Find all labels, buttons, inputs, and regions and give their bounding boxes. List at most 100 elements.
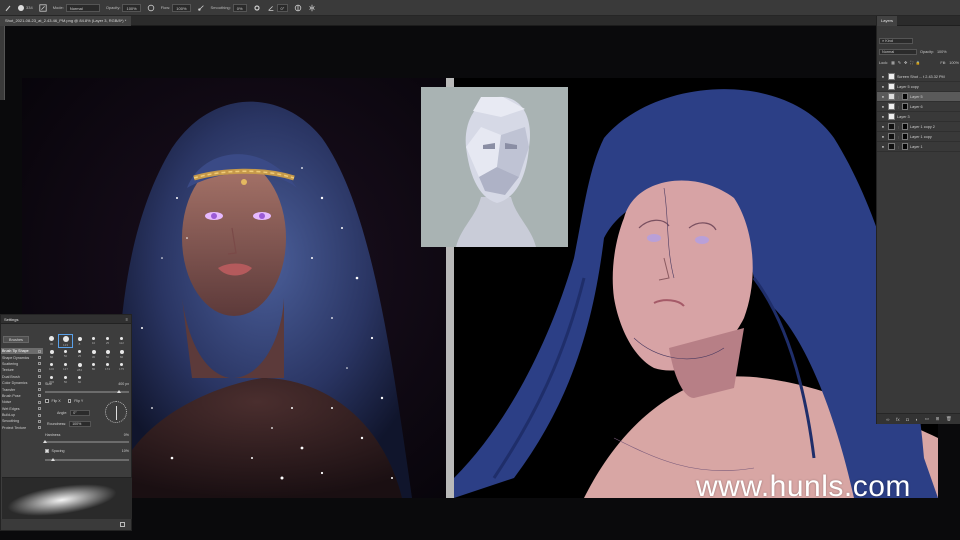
layer-row[interactable]: ● ⋮ Layer 1 copy [877,132,960,142]
visibility-eye-icon[interactable]: ● [880,104,886,109]
hardness-value[interactable]: 0% [124,433,129,437]
brush-tip[interactable]: 284 [73,361,86,373]
brush-tip[interactable]: 112 [115,335,128,347]
symmetry-icon[interactable] [308,4,316,12]
layer-row[interactable]: ● ⋮ Layer 1 [877,142,960,152]
document-tab[interactable]: Shot_2021-08-23_at_2.43.46_PM.png @ 84.8… [0,16,132,26]
visibility-eye-icon[interactable]: ● [880,74,886,79]
brush-tip[interactable]: 80 [87,361,100,373]
brush-tip[interactable]: 60 [45,348,58,360]
lock-icon[interactable] [38,400,41,404]
brush-tip[interactable]: 175 [115,361,128,373]
brush-settings-toggle-icon[interactable] [39,3,47,12]
mask-link-icon[interactable]: ⋮ [897,145,900,149]
brush-option-item[interactable]: Protect Texture [1,425,43,431]
lock-icons[interactable]: ▦ ✎ ✥ ⛶ 🔒 [891,60,922,65]
pressure-opacity-icon[interactable] [147,4,155,12]
new-layer-icon[interactable]: ⊞ [936,416,940,422]
delete-layer-icon[interactable]: 🗑 [946,416,952,422]
visibility-eye-icon[interactable]: ● [880,114,886,119]
mask-link-icon[interactable]: ⋮ [897,95,900,99]
panel-menu-icon[interactable]: ≡ [126,317,128,322]
smoothing-options-gear-icon[interactable] [253,4,261,12]
mask-link-icon[interactable]: ⋮ [897,105,900,109]
adjustment-layer-icon[interactable]: ◐ [915,417,918,422]
brush-tool-icon[interactable] [4,4,12,12]
layer-row[interactable]: ● ⋮ Layer 6 [877,102,960,112]
lock-icon[interactable] [38,356,41,360]
lock-icon[interactable] [38,407,41,411]
layer-mask-thumbnail[interactable] [902,93,908,100]
layer-mask-thumbnail[interactable] [902,103,908,110]
layer-opacity-value[interactable]: 100% [937,50,947,54]
layer-row[interactable]: ● Layer 3 [877,112,960,122]
layer-mask-thumbnail[interactable] [902,143,908,150]
flip-x-checkbox[interactable] [45,399,49,403]
mode-select[interactable]: Normal [65,3,100,12]
lock-icon[interactable] [38,426,41,430]
visibility-eye-icon[interactable]: ● [880,84,886,89]
brush-tip[interactable]: 50 [59,348,72,360]
mask-link-icon[interactable]: ⋮ [897,135,900,139]
layer-mask-thumbnail[interactable] [902,123,908,130]
layer-mask-thumbnail[interactable] [902,133,908,140]
layer-row[interactable]: ● Layer 5 copy [877,82,960,92]
opacity-input[interactable]: 100% [122,3,141,12]
lock-icon[interactable] [38,413,41,417]
lock-icon[interactable] [38,419,41,423]
angle-input[interactable]: 0° [70,410,91,416]
brush-tip[interactable]: 50 [101,348,114,360]
angle-roundness-dial[interactable] [105,401,127,423]
layers-tab[interactable]: Layers [877,16,898,26]
mask-link-icon[interactable]: ⋮ [897,125,900,129]
layer-kind-filter[interactable]: ⌕ Kind [879,38,913,44]
brush-tip[interactable]: 8 [73,335,86,347]
link-layers-icon[interactable]: ∞ [886,417,889,422]
new-brush-icon[interactable] [120,522,125,527]
airbrush-icon[interactable] [197,4,205,12]
blend-mode-select[interactable]: Normal [879,49,917,55]
add-mask-icon[interactable]: ◘ [906,417,909,422]
lock-icon[interactable] [38,381,41,385]
size-value[interactable]: 400 px [118,382,129,386]
visibility-eye-icon[interactable]: ● [880,124,886,129]
brush-tip[interactable]: 10 [87,335,100,347]
flip-y-checkbox[interactable] [67,399,72,403]
brush-tip[interactable]: 100 [45,361,58,373]
spacing-slider[interactable] [45,457,129,461]
brush-settings-title-bar[interactable]: Settings ≡ [1,315,131,324]
layer-row[interactable]: ● Screen Shot ... t 2.43.32 PM [877,72,960,82]
visibility-eye-icon[interactable]: ● [880,94,886,99]
brush-tip[interactable]: 30 [45,335,58,347]
flow-input[interactable]: 100% [172,3,191,12]
toolbar-edge[interactable] [0,26,5,100]
lock-icon[interactable] [38,388,41,392]
lock-icon[interactable] [38,394,41,398]
smoothing-input[interactable]: 0% [232,3,247,12]
pressure-size-icon[interactable] [294,4,302,12]
layer-style-icon[interactable]: fx [896,417,900,422]
brush-preset-picker[interactable]: 334 [18,4,33,11]
brush-tip[interactable]: 127 [59,361,72,373]
brush-tip[interactable]: 60 [115,348,128,360]
lock-icon[interactable] [38,349,41,353]
hardness-slider[interactable] [43,439,129,443]
visibility-eye-icon[interactable]: ● [880,144,886,149]
brush-tip[interactable]: 25 [73,348,86,360]
fill-value[interactable]: 100% [949,61,959,65]
spacing-value[interactable]: 10% [122,449,129,453]
brush-tip[interactable]: 174 [101,361,114,373]
brush-tip[interactable]: 25 [101,335,114,347]
lock-icon[interactable] [38,362,41,366]
new-group-icon[interactable]: ▭ [925,416,929,422]
lock-icon[interactable] [38,375,41,379]
brushes-button[interactable]: Brushes [3,336,29,343]
layer-row[interactable]: ● ⋮ Layer 1 copy 2 [877,122,960,132]
brush-tip[interactable]: 30 [87,348,100,360]
lock-icon[interactable] [38,368,41,372]
visibility-eye-icon[interactable]: ● [880,134,886,139]
brush-tip[interactable]: 123 [58,334,73,348]
size-slider[interactable] [45,389,129,393]
layer-row[interactable]: ● ⋮ Layer 5 [877,92,960,102]
spacing-checkbox[interactable] [45,449,49,453]
